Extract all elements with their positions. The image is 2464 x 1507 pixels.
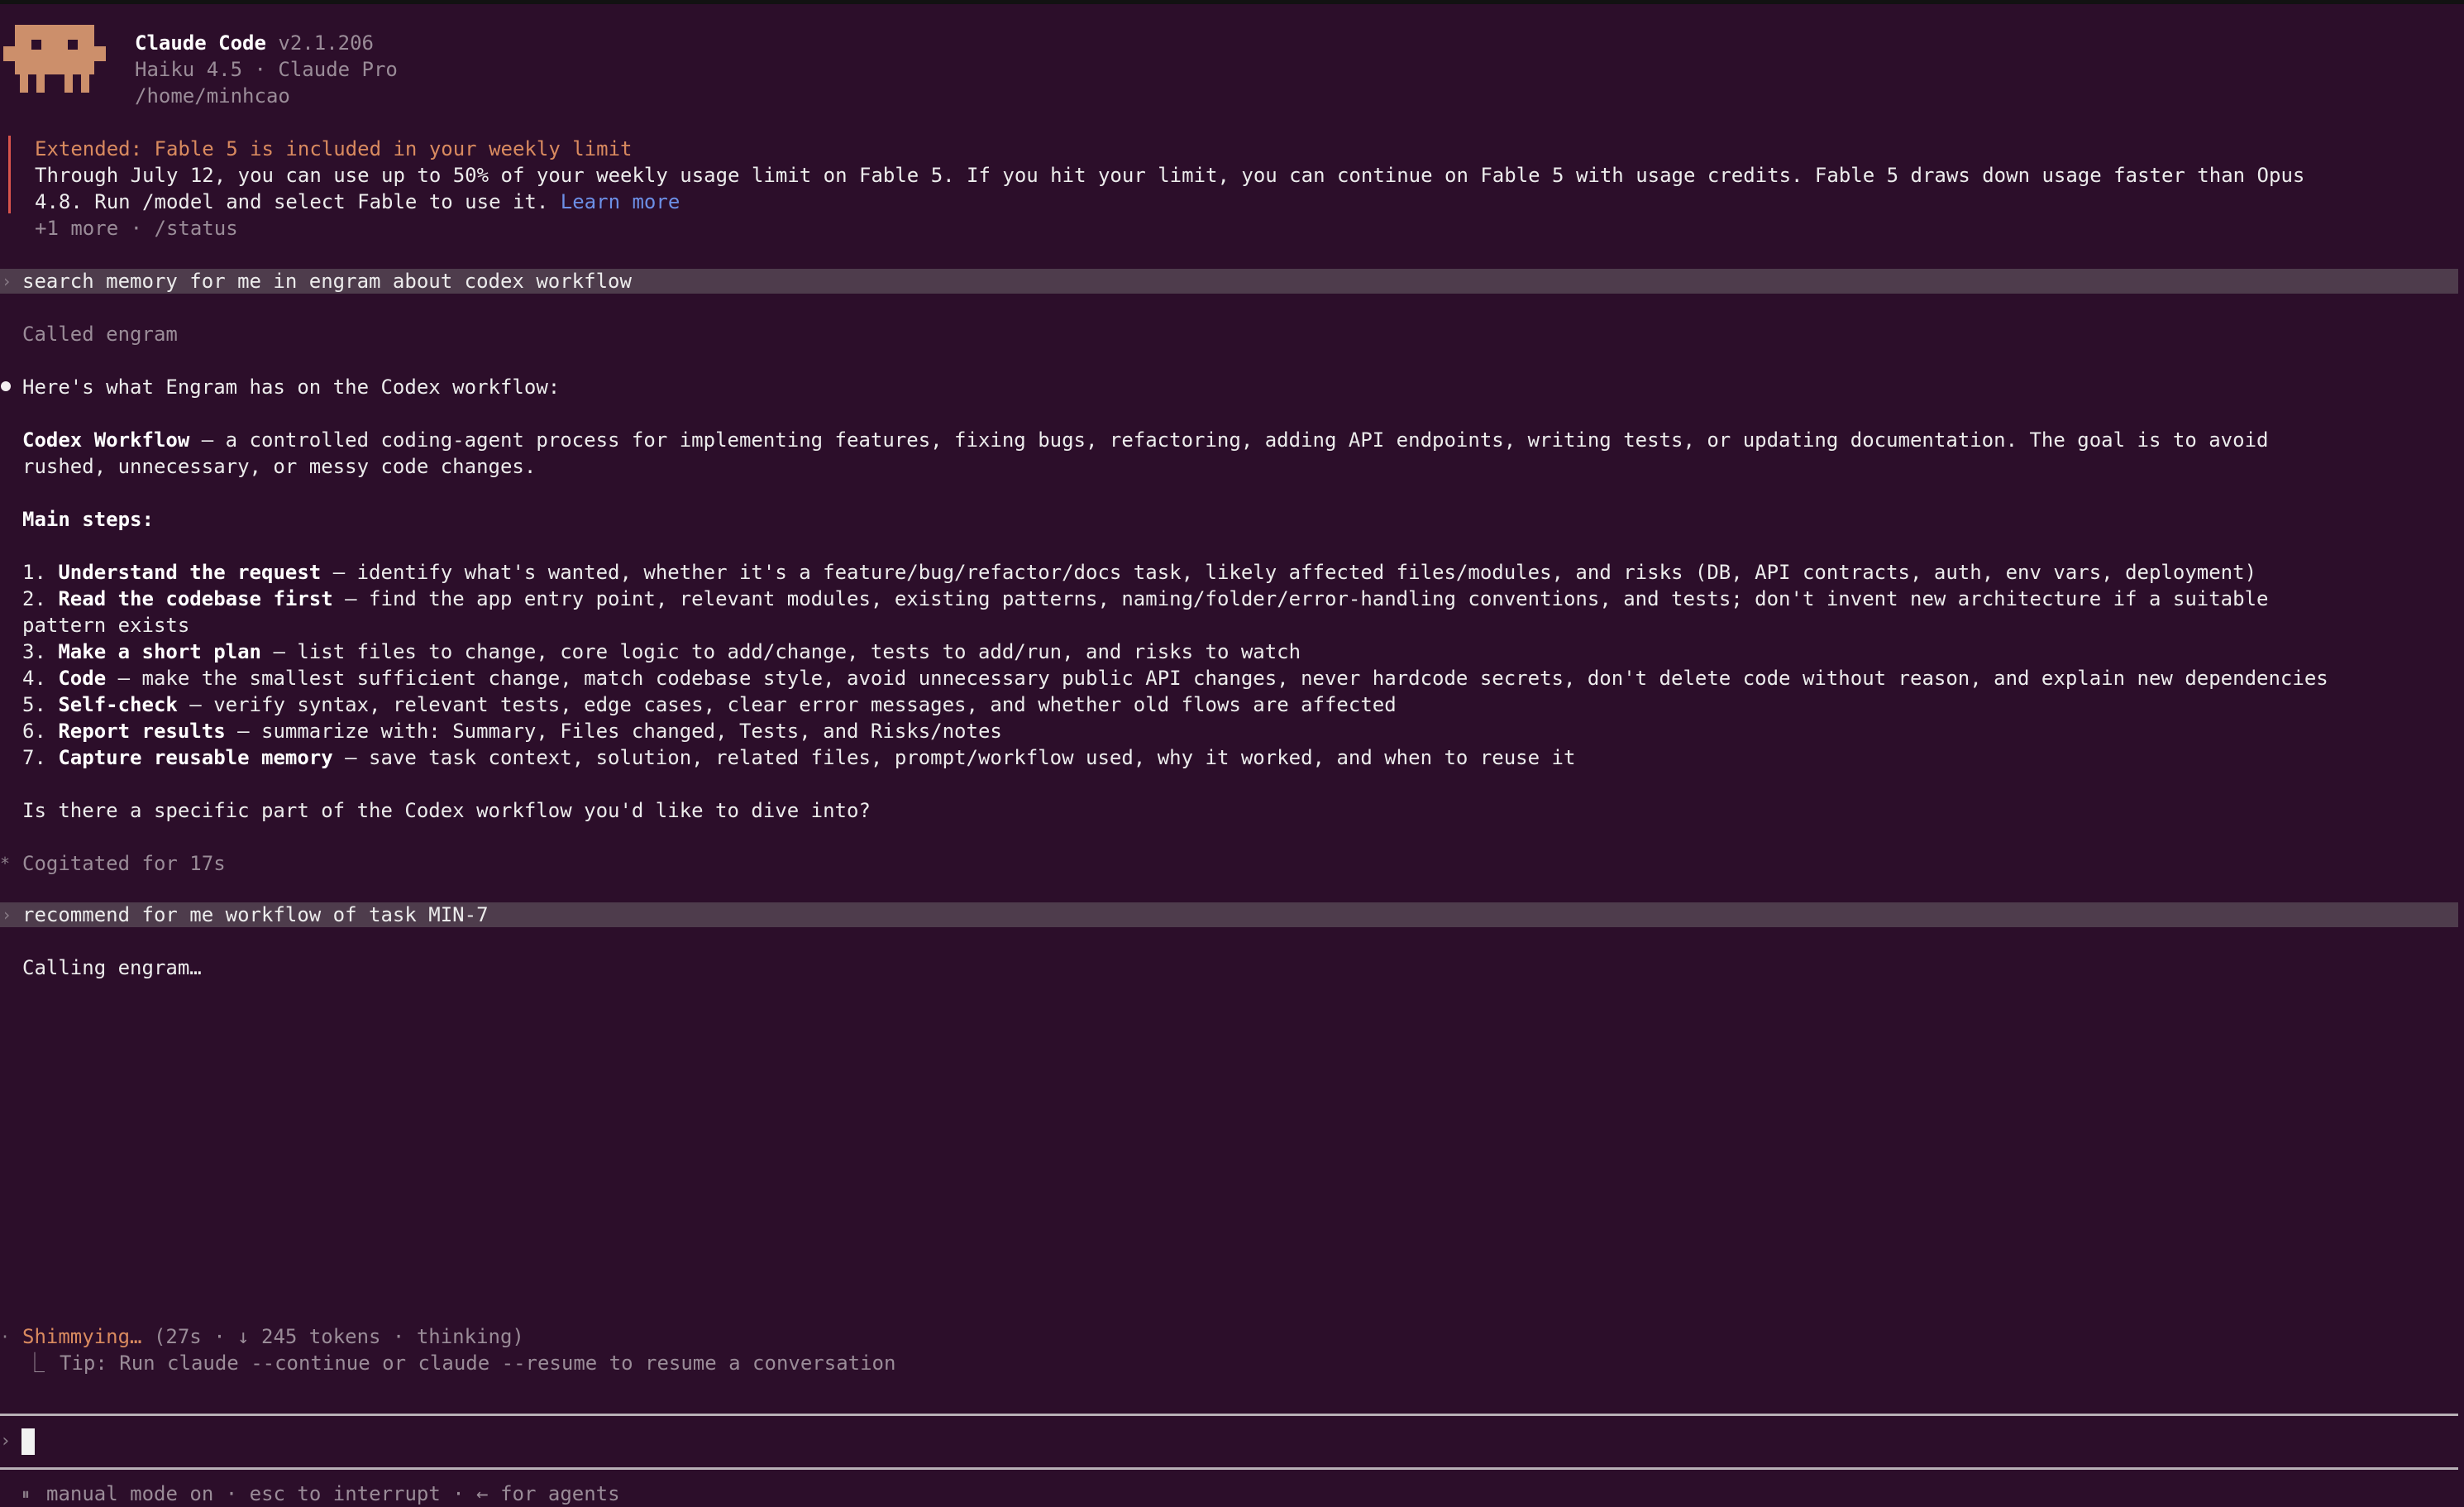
calling-tool-status: Calling engram… xyxy=(22,956,202,979)
step-number: 6. xyxy=(22,720,59,743)
step-2: 2. Read the codebase first — find the ap… xyxy=(22,586,2268,612)
codex-title: Codex Workflow xyxy=(22,428,190,452)
spinner-icon: · xyxy=(0,1327,11,1347)
step-text: — make the smallest sufficient change, m… xyxy=(106,667,2328,690)
step-text: — list files to change, core logic to ad… xyxy=(261,640,1301,663)
codex-description-line-2: rushed, unnecessary, or messy code chang… xyxy=(22,455,537,478)
step-title: Report results xyxy=(58,720,226,743)
step-text: — summarize with: Summary, Files changed… xyxy=(225,720,1002,743)
step-number: 1. xyxy=(22,561,59,584)
step-number: 5. xyxy=(22,693,59,716)
tip-branch-icon: ⎿ xyxy=(25,1352,45,1375)
step-5: 5. Self-check — verify syntax, relevant … xyxy=(22,691,1397,718)
step-title: Understand the request xyxy=(58,561,322,584)
spinner-label: Shimmying… xyxy=(22,1325,142,1348)
learn-more-link[interactable]: Learn more xyxy=(561,190,680,213)
step-1: 1. Understand the request — identify wha… xyxy=(22,559,2256,586)
assistant-question: Is there a specific part of the Codex wo… xyxy=(22,799,871,822)
step-title: Self-check xyxy=(58,693,178,716)
step-title: Capture reusable memory xyxy=(58,746,333,769)
notice-title: Extended: Fable 5 is included in your we… xyxy=(35,137,633,160)
mode-icon: ⏸ xyxy=(21,1484,30,1504)
step-text: — identify what's wanted, whether it's a… xyxy=(321,561,2257,584)
app-name: Claude Code xyxy=(135,31,266,55)
user-prompt-1: › search memory for me in engram about c… xyxy=(0,269,2458,294)
step-title: Read the codebase first xyxy=(58,587,333,610)
step-7: 7. Capture reusable memory — save task c… xyxy=(22,744,1575,771)
working-directory: /home/minhcao xyxy=(135,84,290,108)
step-number: 2. xyxy=(22,587,59,610)
step-title: Code xyxy=(58,667,107,690)
app-version: v2.1.206 xyxy=(278,31,374,55)
user-prompt-2-text: recommend for me workflow of task MIN-7 xyxy=(22,903,489,926)
step-number: 3. xyxy=(22,640,59,663)
codex-desc-1: — a controlled coding-agent process for … xyxy=(189,428,2269,452)
codex-description-line-1: Codex Workflow — a controlled coding-age… xyxy=(22,427,2268,453)
step-2-continued: pattern exists xyxy=(22,614,190,637)
user-prompt-2: › recommend for me workflow of task MIN-… xyxy=(0,902,2458,927)
step-text: — verify syntax, relevant tests, edge ca… xyxy=(177,693,1397,716)
step-title: Make a short plan xyxy=(58,640,261,663)
footer-mode-hint: manual mode on · esc to interrupt · ← fo… xyxy=(46,1482,620,1505)
input-cursor[interactable] xyxy=(21,1428,35,1455)
step-number: 4. xyxy=(22,667,59,690)
input-bottom-border xyxy=(0,1467,2458,1470)
spinner-status: Shimmying… (27s · ↓ 245 tokens · thinkin… xyxy=(22,1323,524,1350)
app-title-line: Claude Code v2.1.206 xyxy=(135,30,374,56)
notice-line-1: Through July 12, you can use up to 50% o… xyxy=(35,164,2305,187)
notice-line-2: 4.8. Run /model and select Fable to use … xyxy=(35,189,680,215)
step-number: 7. xyxy=(22,746,59,769)
model-plan: Haiku 4.5 · Claude Pro xyxy=(135,58,398,81)
step-text: — save task context, solution, related f… xyxy=(332,746,1576,769)
input-top-border xyxy=(0,1414,2458,1416)
notice-line-2-text: 4.8. Run /model and select Fable to use … xyxy=(35,190,549,213)
step-text: — find the app entry point, relevant mod… xyxy=(332,587,2269,610)
step-4: 4. Code — make the smallest sufficient c… xyxy=(22,665,2328,691)
chevron-right-icon: › xyxy=(2,905,12,925)
step-3: 3. Make a short plan — list files to cha… xyxy=(22,639,1301,665)
notice-more[interactable]: +1 more · /status xyxy=(35,215,238,242)
cogitated-status: Cogitated for 17s xyxy=(22,852,226,875)
tip-text: Tip: Run claude --continue or claude --r… xyxy=(60,1352,896,1375)
input-chevron-icon: › xyxy=(0,1431,12,1452)
chevron-right-icon: › xyxy=(2,271,12,291)
claude-code-mascot-icon xyxy=(3,25,106,93)
spinner-detail: (27s · ↓ 245 tokens · thinking) xyxy=(141,1325,524,1348)
step-6: 6. Report results — summarize with: Summ… xyxy=(22,718,1002,744)
tool-called-status: Called engram xyxy=(22,323,178,346)
main-steps-heading: Main steps: xyxy=(22,508,154,531)
notice-accent-bar xyxy=(8,136,11,213)
asterisk-icon: * xyxy=(0,854,11,873)
user-prompt-1-text: search memory for me in engram about cod… xyxy=(22,270,632,293)
assistant-intro: Here's what Engram has on the Codex work… xyxy=(22,376,561,399)
bullet-dot-icon xyxy=(1,381,11,391)
window-top-edge xyxy=(0,0,2464,4)
